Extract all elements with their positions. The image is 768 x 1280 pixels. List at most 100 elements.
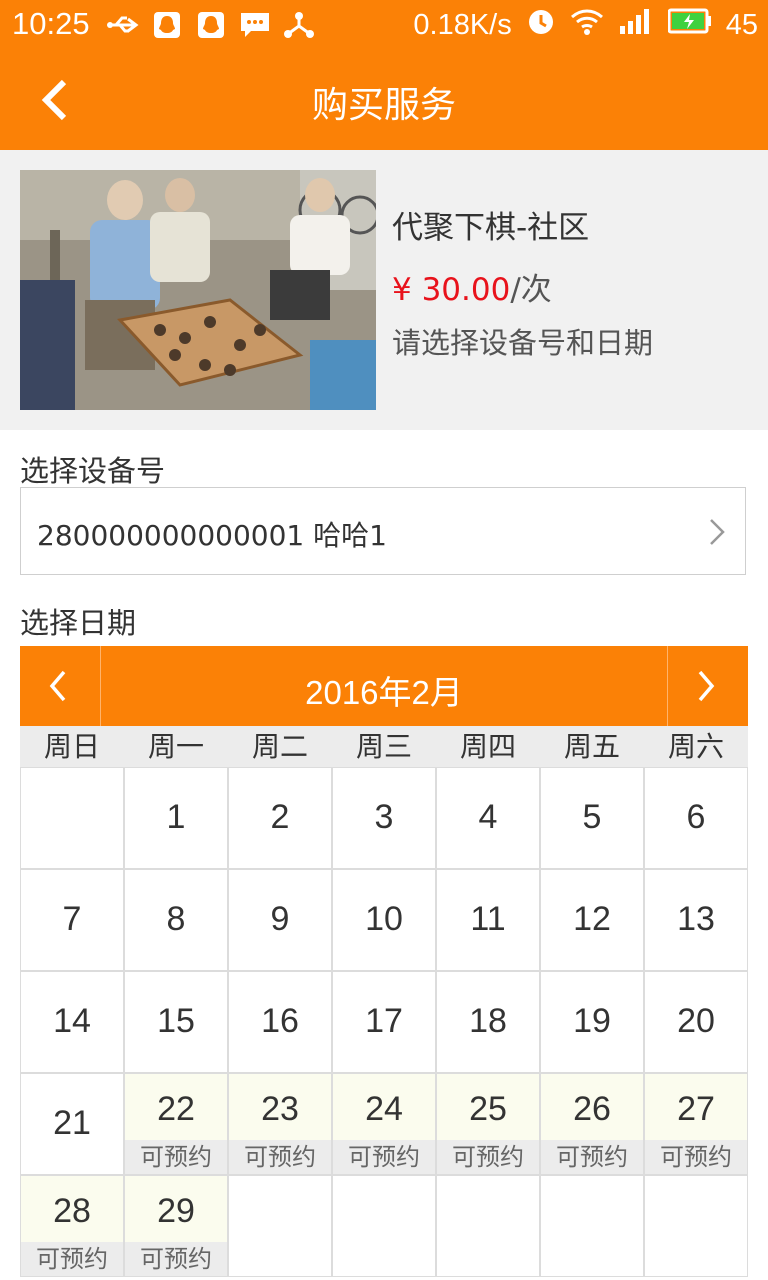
message-icon (238, 9, 272, 41)
device-label: 选择设备号 (20, 454, 166, 488)
day-cell: 1 (124, 767, 228, 869)
available-tag: 可预约 (125, 1242, 227, 1276)
day-number: 24 (365, 1090, 403, 1128)
weekday-label: 周五 (563, 730, 620, 763)
day-number: 5 (582, 798, 602, 836)
product-name: 代聚下棋-社区 (392, 210, 590, 246)
weekday-label: 周三 (355, 730, 412, 763)
day-cell: 20 (644, 971, 748, 1073)
weekday-label: 周一 (147, 730, 204, 763)
day-cell[interactable]: 23 可预约 (228, 1073, 332, 1175)
day-number: 19 (573, 1002, 611, 1040)
empty-day-cell (644, 1175, 748, 1277)
day-number: 17 (365, 1002, 403, 1040)
day-cell: 7 (20, 869, 124, 971)
day-cell[interactable]: 29 可预约 (124, 1175, 228, 1277)
product-photo (20, 170, 376, 410)
day-cell: 18 (436, 971, 540, 1073)
day-cell[interactable]: 27 可预约 (644, 1073, 748, 1175)
chevron-right-icon (710, 519, 725, 545)
chevron-right-icon (698, 670, 715, 702)
day-cell[interactable]: 26 可预约 (540, 1073, 644, 1175)
selection-hint: 请选择设备号和日期 (392, 326, 654, 360)
day-number: 22 (157, 1090, 195, 1128)
day-cell[interactable]: 22 可预约 (124, 1073, 228, 1175)
alarm-icon (526, 6, 556, 44)
empty-day-cell (332, 1175, 436, 1277)
day-cell: 15 (124, 971, 228, 1073)
battery-level: 45 (725, 8, 758, 41)
product-summary: 代聚下棋-社区 ¥ 30.00/次 请选择设备号和日期 (0, 150, 768, 430)
navigation-bar: 购买服务 (0, 50, 768, 150)
day-number: 29 (157, 1192, 195, 1230)
available-tag: 可预约 (541, 1140, 643, 1174)
available-tag: 可预约 (437, 1140, 539, 1174)
day-number: 25 (469, 1090, 507, 1128)
day-number: 18 (469, 1002, 507, 1040)
empty-day-cell (436, 1175, 540, 1277)
wifi-icon (570, 7, 604, 43)
day-number: 13 (677, 900, 715, 938)
day-number: 16 (261, 1002, 299, 1040)
qq-icon (150, 9, 184, 41)
day-cell: 9 (228, 869, 332, 971)
calendar-header: 2016年2月 (20, 646, 748, 726)
day-cell: 2 (228, 767, 332, 869)
empty-day-cell (540, 1175, 644, 1277)
day-cell: 6 (644, 767, 748, 869)
day-number: 15 (157, 1002, 195, 1040)
day-cell: 14 (20, 971, 124, 1073)
day-cell: 19 (540, 971, 644, 1073)
day-number: 1 (166, 798, 186, 836)
day-cell: 4 (436, 767, 540, 869)
share-icon (282, 9, 316, 41)
status-bar: 10:25 0.18K/s 45 (0, 0, 768, 50)
day-number: 28 (53, 1192, 91, 1230)
chevron-left-icon (49, 670, 66, 702)
net-speed: 0.18K/s (413, 8, 512, 41)
available-tag: 可预约 (21, 1242, 123, 1276)
day-number: 6 (686, 798, 706, 836)
day-cell[interactable]: 24 可预约 (332, 1073, 436, 1175)
day-number: 7 (62, 900, 82, 938)
day-number: 26 (573, 1090, 611, 1128)
day-number: 11 (470, 900, 506, 938)
status-time: 10:25 (12, 6, 90, 41)
prev-month-button[interactable] (20, 646, 101, 726)
price-unit: /次 (510, 272, 552, 308)
available-tag: 可预约 (333, 1140, 435, 1174)
day-number: 20 (677, 1002, 715, 1040)
day-cell[interactable]: 28 可预约 (20, 1175, 124, 1277)
weekday-header: 周日 周一 周二 周三 周四 周五 周六 (20, 726, 748, 768)
date-label: 选择日期 (20, 606, 137, 640)
day-cell: 8 (124, 869, 228, 971)
day-cell: 12 (540, 869, 644, 971)
day-cell: 21 (20, 1073, 124, 1175)
product-price: ¥ 30.00/次 (392, 264, 552, 309)
weekday-label: 周日 (43, 730, 100, 763)
day-cell: 17 (332, 971, 436, 1073)
day-cell: 10 (332, 869, 436, 971)
battery-charging-icon (667, 8, 712, 42)
available-tag: 可预约 (125, 1140, 227, 1174)
weekday-label: 周六 (667, 730, 724, 763)
device-selector[interactable]: 280000000000001 哈哈1 (20, 487, 746, 575)
price-amount: 30.00 (421, 272, 511, 308)
usb-icon (106, 9, 140, 41)
day-number: 8 (166, 900, 186, 938)
day-number: 3 (374, 798, 394, 836)
next-month-button[interactable] (667, 646, 748, 726)
day-cell: 5 (540, 767, 644, 869)
day-number: 9 (270, 900, 290, 938)
empty-day-cell (20, 767, 124, 869)
price-symbol: ¥ (392, 272, 422, 308)
device-value: 280000000000001 哈哈1 (37, 519, 387, 552)
day-number: 10 (365, 900, 403, 938)
signal-4g-icon (618, 6, 654, 44)
day-cell: 3 (332, 767, 436, 869)
day-number: 23 (261, 1090, 299, 1128)
day-cell: 13 (644, 869, 748, 971)
calendar-month-title: 2016年2月 (305, 674, 463, 711)
available-tag: 可预约 (229, 1140, 331, 1174)
day-cell[interactable]: 25 可预约 (436, 1073, 540, 1175)
